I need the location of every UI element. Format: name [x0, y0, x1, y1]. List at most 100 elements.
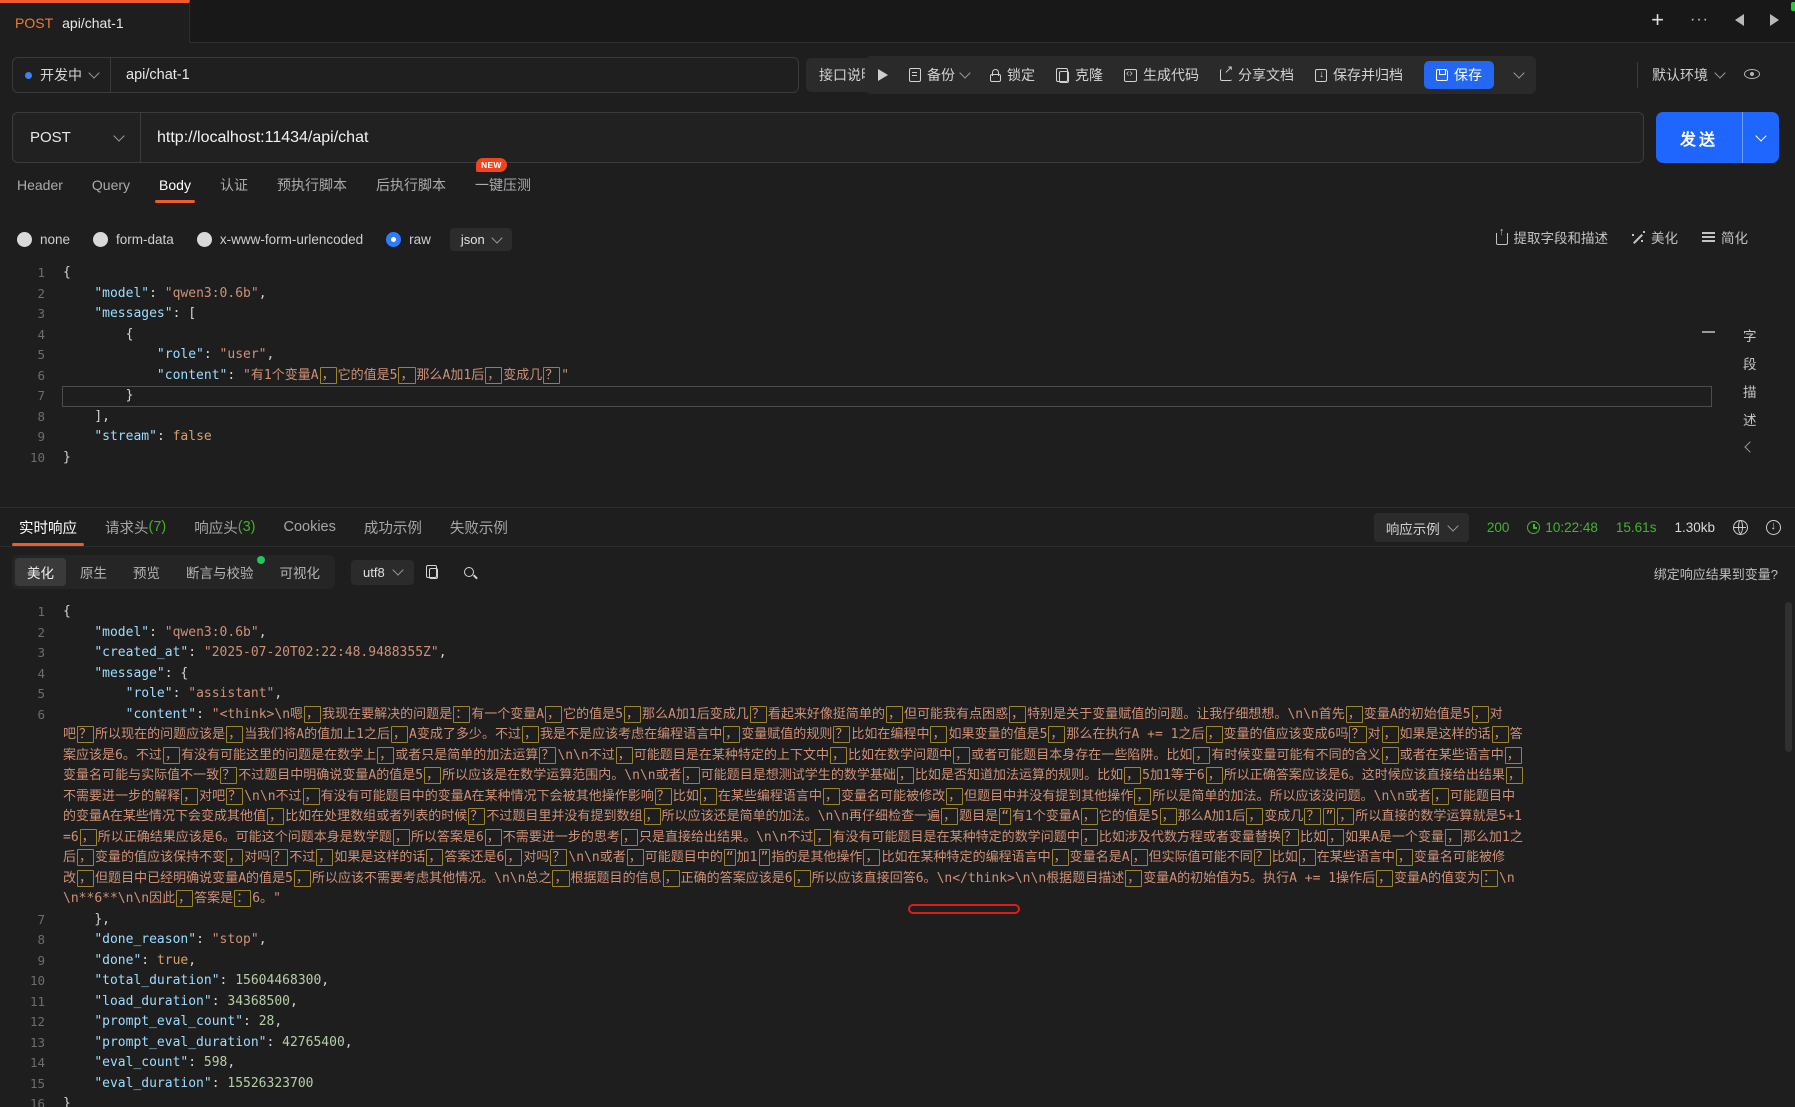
editor-line[interactable]: 7 } — [0, 386, 1795, 407]
view-raw[interactable]: 原生 — [68, 558, 119, 586]
endpoint-name-input[interactable]: api/chat-1 — [111, 58, 205, 92]
dev-status-select[interactable]: 开发中 — [13, 58, 111, 92]
editor-line[interactable]: 8 ], — [0, 407, 1795, 428]
editor-line[interactable]: 13 "prompt_eval_duration": 42765400, — [0, 1033, 1795, 1054]
view-beautify[interactable]: 美化 — [15, 558, 66, 586]
tab-body[interactable]: Body — [155, 170, 195, 203]
extract-fields-button[interactable]: 提取字段和描述 — [1495, 226, 1608, 247]
chevron-down-icon — [1714, 67, 1726, 79]
editor-line[interactable]: 12 "prompt_eval_count": 28, — [0, 1012, 1795, 1033]
view-segmented-control: 美化 原生 预览 断言与校验 可视化 — [12, 555, 335, 589]
raw-format-select[interactable]: json — [449, 228, 512, 251]
editor-line[interactable]: 11 "load_duration": 34368500, — [0, 992, 1795, 1013]
editor-line[interactable]: 1{ — [0, 263, 1795, 284]
beautify-button[interactable]: 美化 — [1632, 227, 1678, 247]
send-options-chevron[interactable] — [1742, 112, 1779, 163]
copy-response-icon[interactable] — [425, 565, 438, 579]
backup-button[interactable]: 备份 — [909, 65, 971, 85]
line-number: 3 — [37, 645, 45, 660]
tab-request-headers[interactable]: 请求头 (7) — [105, 508, 166, 546]
save-button[interactable]: 保存 — [1424, 61, 1494, 89]
save-archive-button[interactable]: 保存并归档 — [1315, 65, 1403, 85]
radio-raw[interactable]: raw — [386, 232, 431, 247]
editor-line[interactable]: 4 { — [0, 325, 1795, 346]
send-button[interactable]: 发送 — [1656, 112, 1779, 163]
run-icon[interactable] — [878, 69, 888, 81]
editor-line[interactable]: 3 "messages": [ — [0, 304, 1795, 325]
editor-line[interactable]: 8 "done_reason": "stop", — [0, 930, 1795, 951]
env-values-button[interactable] — [1744, 66, 1760, 82]
line-number: 4 — [37, 665, 45, 681]
new-tab-icon[interactable]: + — [1651, 9, 1664, 31]
panel-resize-handle[interactable] — [1702, 331, 1715, 333]
tab-failure-example[interactable]: 失败示例 — [450, 508, 508, 546]
toolbar-divider — [1637, 62, 1638, 88]
tab-header[interactable]: Header — [17, 170, 63, 200]
tab-success-example[interactable]: 成功示例 — [364, 508, 422, 546]
save-more-chevron-icon[interactable] — [1513, 67, 1525, 79]
tab-query[interactable]: Query — [92, 170, 130, 200]
editor-line[interactable]: 6 "content": "有1个变量A，它的值是5，那么A加1后，变成几？ " — [0, 366, 1795, 387]
download-icon[interactable] — [1766, 520, 1781, 535]
editor-line[interactable]: 5 "role": "assistant", — [0, 684, 1795, 705]
response-view-toolbar: 美化 原生 预览 断言与校验 可视化 utf8 — [12, 555, 474, 589]
editor-line[interactable]: 2 "model": "qwen3:0.6b", — [0, 284, 1795, 305]
more-tabs-icon[interactable]: ··· — [1690, 11, 1709, 29]
line-number: 6 — [37, 706, 45, 722]
request-body-editor[interactable]: 1{2 "model": "qwen3:0.6b", 3 "messages": … — [0, 263, 1795, 468]
tab-post-script[interactable]: 后执行脚本 — [376, 170, 446, 200]
tab-stress-test[interactable]: 一键压测 — [475, 170, 531, 200]
view-visualize[interactable]: 可视化 — [268, 558, 333, 586]
radio-form-data[interactable]: form-data — [93, 232, 174, 247]
response-duration: 15.61s — [1615, 520, 1657, 535]
editor-line[interactable]: 7 }, — [0, 910, 1795, 931]
editor-line[interactable]: 14 "eval_count": 598, — [0, 1053, 1795, 1074]
clone-button[interactable]: 克隆 — [1056, 65, 1103, 85]
nav-back-icon[interactable] — [1735, 14, 1744, 26]
editor-line[interactable]: 15 "eval_duration": 15526323700 — [0, 1074, 1795, 1095]
line-number: 13 — [29, 1034, 45, 1050]
editor-line[interactable]: 1{ — [0, 602, 1795, 623]
generate-code-button[interactable]: 生成代码 — [1124, 65, 1199, 85]
tab-response-headers[interactable]: 响应头 (3) — [194, 508, 255, 546]
wand-icon — [1632, 230, 1645, 244]
url-input[interactable]: http://localhost:11434/api/chat — [141, 113, 384, 162]
tab-pre-script[interactable]: 预执行脚本 — [277, 170, 347, 200]
bind-result-hint[interactable]: 绑定响应结果到变量? — [1654, 564, 1778, 583]
globe-icon[interactable] — [1733, 520, 1748, 535]
response-time: 10:22:48 — [1527, 520, 1598, 535]
response-body-editor[interactable]: 1{2 "model": "qwen3:0.6b", 3 "created_at"… — [0, 602, 1795, 1107]
method-select[interactable]: POST — [13, 113, 141, 162]
encoding-select[interactable]: utf8 — [351, 559, 414, 585]
editor-line[interactable]: 6 "content": "<think>\n嗯，我现在要解决的问题是：有一个变… — [0, 705, 1795, 910]
radio-icon — [93, 232, 109, 247]
response-scrollbar[interactable] — [1785, 602, 1792, 752]
simplify-button[interactable]: 简化 — [1702, 227, 1748, 247]
editor-line[interactable]: 10} — [0, 448, 1795, 469]
field-description-panel[interactable]: 字 段 描 述 — [1743, 325, 1757, 453]
tab-live-response[interactable]: 实时响应 — [12, 508, 84, 546]
tab-title: api/chat-1 — [62, 15, 124, 31]
view-assertions[interactable]: 断言与校验 — [174, 556, 266, 586]
share-doc-button[interactable]: 分享文档 — [1220, 63, 1294, 85]
editor-line[interactable]: 2 "model": "qwen3:0.6b", — [0, 623, 1795, 644]
tab-auth[interactable]: 认证 — [220, 170, 248, 200]
response-size: 1.30kb — [1674, 520, 1715, 535]
request-tab[interactable]: POST api/chat-1 — [0, 0, 190, 43]
editor-line[interactable]: 5 "role": "user", — [0, 345, 1795, 366]
environment-select[interactable]: 默认环境 — [1652, 60, 1726, 90]
response-example-button[interactable]: 响应示例 — [1373, 513, 1469, 542]
search-response-icon[interactable] — [463, 567, 474, 577]
editor-line[interactable]: 3 "created_at": "2025-07-20T02:22:48.948… — [0, 643, 1795, 664]
editor-line[interactable]: 4 "message": { — [0, 664, 1795, 685]
editor-line[interactable]: 10 "total_duration": 15604468300, — [0, 971, 1795, 992]
lock-button[interactable]: 锁定 — [990, 65, 1035, 85]
tab-cookies[interactable]: Cookies — [283, 508, 335, 546]
radio-none[interactable]: none — [17, 232, 70, 247]
editor-line[interactable]: 9 "stream": false — [0, 427, 1795, 448]
nav-forward-icon[interactable] — [1770, 14, 1779, 26]
view-preview[interactable]: 预览 — [121, 558, 172, 586]
editor-line[interactable]: 16} — [0, 1094, 1795, 1107]
editor-line[interactable]: 9 "done": true, — [0, 951, 1795, 972]
radio-urlencoded[interactable]: x-www-form-urlencoded — [196, 232, 363, 247]
